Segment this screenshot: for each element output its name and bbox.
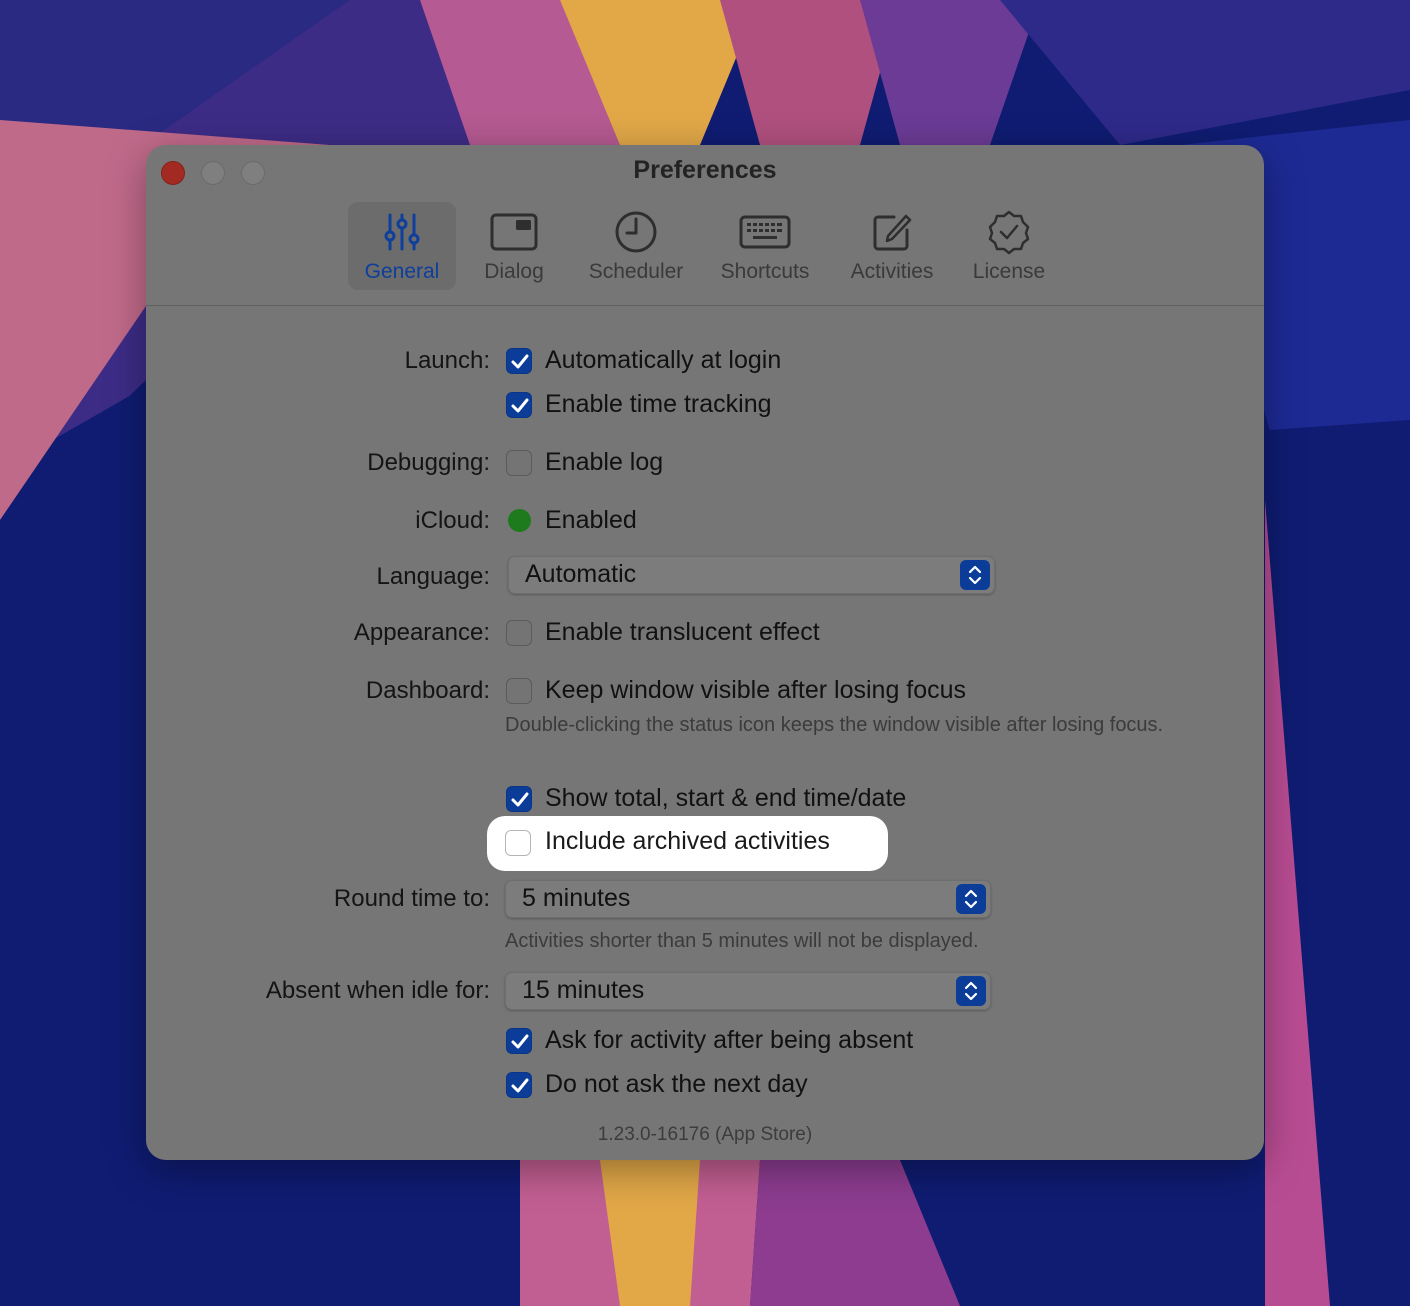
debugging-label: Debugging: <box>367 449 490 476</box>
not-next-day-label[interactable]: Do not ask the next day <box>545 1070 808 1099</box>
include-archived-checkbox[interactable] <box>505 830 531 856</box>
not-next-day-checkbox[interactable] <box>506 1072 532 1098</box>
round-time-label: Round time to: <box>333 885 490 912</box>
checkmark-icon <box>511 398 529 413</box>
window-icon <box>490 210 538 254</box>
checkmark-icon <box>511 354 529 369</box>
ask-after-absent-checkbox[interactable] <box>506 1028 532 1054</box>
time-tracking-label[interactable]: Enable time tracking <box>545 390 772 419</box>
chevron-updown-icon <box>956 976 986 1006</box>
tab-scheduler-label: Scheduler <box>588 260 684 283</box>
tab-license[interactable]: License <box>960 202 1058 290</box>
language-select[interactable]: Automatic <box>508 556 995 594</box>
include-archived-highlight: Include archived activities <box>487 816 888 871</box>
auto-login-label[interactable]: Automatically at login <box>545 346 781 375</box>
absent-idle-label: Absent when idle for: <box>265 977 490 1004</box>
tab-shortcuts-label: Shortcuts <box>720 260 810 283</box>
auto-login-checkbox[interactable] <box>506 348 532 374</box>
show-totals-label[interactable]: Show total, start & end time/date <box>545 784 906 813</box>
dashboard-note: Double-clicking the status icon keeps th… <box>505 714 1164 736</box>
launch-label: Launch: <box>404 347 490 374</box>
chevron-updown-icon <box>960 560 990 590</box>
tab-general-label: General <box>364 260 440 283</box>
round-time-select[interactable]: 5 minutes <box>505 880 991 918</box>
checkmark-icon <box>511 1078 529 1093</box>
title-bar: Preferences General Dialog Scheduler Sho… <box>146 145 1264 305</box>
clock-icon <box>614 210 658 254</box>
dashboard-label: Dashboard: <box>365 677 490 704</box>
include-archived-label[interactable]: Include archived activities <box>545 827 830 856</box>
enable-log-checkbox[interactable] <box>506 450 532 476</box>
tab-license-label: License <box>972 260 1046 283</box>
tab-dialog-label: Dialog <box>484 260 544 283</box>
sliders-icon <box>382 210 422 254</box>
keep-visible-checkbox[interactable] <box>506 678 532 704</box>
tab-dialog[interactable]: Dialog <box>464 202 564 290</box>
enable-log-label[interactable]: Enable log <box>545 448 663 477</box>
language-label: Language: <box>376 563 490 590</box>
icloud-status-text: Enabled <box>545 506 637 534</box>
tab-general[interactable]: General <box>348 202 456 290</box>
round-time-note: Activities shorter than 5 minutes will n… <box>505 930 979 952</box>
absent-idle-select-value: 15 minutes <box>522 976 645 1004</box>
show-totals-checkbox[interactable] <box>506 786 532 812</box>
tab-scheduler[interactable]: Scheduler <box>576 202 696 290</box>
icloud-label: iCloud: <box>415 507 490 534</box>
toolbar-divider <box>146 305 1264 306</box>
preferences-window: Preferences General Dialog Scheduler Sho… <box>146 145 1264 1160</box>
window-title: Preferences <box>633 156 777 184</box>
compose-icon <box>870 210 914 254</box>
checkmark-icon <box>511 792 529 807</box>
seal-check-icon <box>986 210 1032 255</box>
translucent-checkbox[interactable] <box>506 620 532 646</box>
absent-idle-select[interactable]: 15 minutes <box>505 972 991 1010</box>
keyboard-icon <box>739 210 791 254</box>
language-select-value: Automatic <box>525 560 637 588</box>
chevron-updown-icon <box>956 884 986 914</box>
tab-activities-label: Activities <box>850 260 934 283</box>
icloud-status-indicator <box>508 509 531 532</box>
appearance-label: Appearance: <box>353 619 490 646</box>
checkmark-icon <box>511 1034 529 1049</box>
ask-after-absent-label[interactable]: Ask for activity after being absent <box>545 1026 913 1055</box>
tab-activities[interactable]: Activities <box>836 202 948 290</box>
version-text: 1.23.0-16176 (App Store) <box>597 1124 813 1145</box>
translucent-label[interactable]: Enable translucent effect <box>545 618 820 647</box>
tab-shortcuts[interactable]: Shortcuts <box>708 202 822 290</box>
keep-visible-label[interactable]: Keep window visible after losing focus <box>545 676 966 705</box>
round-time-select-value: 5 minutes <box>522 884 631 912</box>
time-tracking-checkbox[interactable] <box>506 392 532 418</box>
